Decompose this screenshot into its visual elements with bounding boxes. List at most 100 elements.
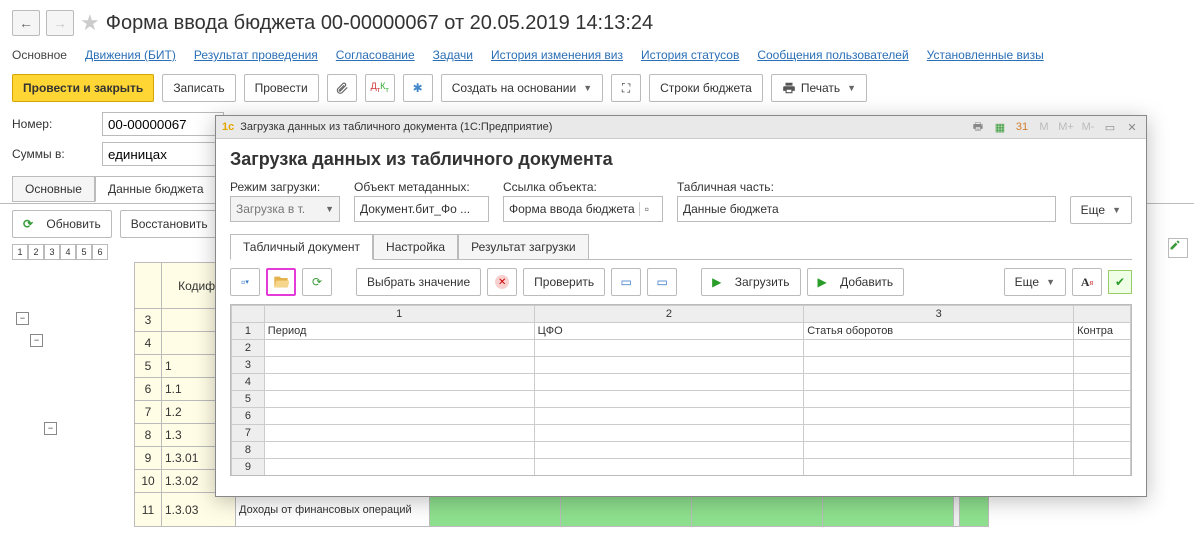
rownum: 3 [135,309,162,332]
clear-icon[interactable]: ✕ [487,268,517,296]
app-logo-icon: 1с [222,121,234,133]
mrow: 7 [232,425,265,442]
tree-expand-icon[interactable]: − [44,422,57,435]
post-and-close-button[interactable]: Провести и закрыть [12,74,154,102]
nav-main[interactable]: Основное [12,48,67,62]
sums-label: Суммы в: [12,147,92,161]
import-spreadsheet[interactable]: 1 2 3 1ПериодЦФОСтатья оборотовКонтра 2 … [231,305,1131,476]
level-1[interactable]: 1 [12,244,28,260]
print-label: Печать [801,81,840,95]
save-button[interactable]: Записать [162,74,235,102]
print-icon[interactable]: 🖶 [970,119,986,135]
mode-select[interactable]: Загрузка в т.▼ [230,196,340,222]
cell-period[interactable]: Период [264,323,534,340]
rownum: 9 [135,447,162,470]
mrow: 8 [232,442,265,459]
reload-icon[interactable]: ⟳ [302,268,332,296]
tab-doc[interactable]: Табличный документ [230,234,373,260]
printer-icon [782,81,796,95]
tree-expand-icon[interactable]: − [30,334,43,347]
nav-status-history[interactable]: История статусов [641,48,739,62]
tree-expand-icon[interactable]: − [16,312,29,325]
level-4[interactable]: 4 [60,244,76,260]
nav-result[interactable]: Результат проведения [194,48,318,62]
play-icon: ▶ [712,275,721,289]
create-based-button[interactable]: Создать на основании▼ [441,74,603,102]
cell-contr[interactable]: Контра [1074,323,1131,340]
nav-tabs: Основное Движения (БИТ) Результат провед… [0,46,1194,68]
load-button[interactable]: ▶ Загрузить [701,268,800,296]
mrow: 6 [232,408,265,425]
more-label: Еще [1081,203,1105,217]
mrow: 5 [232,391,265,408]
save-file-icon[interactable]: ▫▾ [230,268,260,296]
nav-visas[interactable]: Установленные визы [927,48,1044,62]
mrow: 9 [232,459,265,476]
add-button[interactable]: ▶ Добавить [807,268,905,296]
post-button[interactable]: Провести [244,74,319,102]
nav-visa-history[interactable]: История изменения виз [491,48,623,62]
attach-icon[interactable] [327,74,357,102]
cell-art[interactable]: Статья оборотов [804,323,1074,340]
lightbulb-icon[interactable]: ✱ [403,74,433,102]
open-file-icon[interactable] [266,268,296,296]
open-ref-icon[interactable]: ▫ [639,202,649,216]
cell-cfo[interactable]: ЦФО [534,323,804,340]
more-button-2[interactable]: Еще▼ [1004,268,1066,296]
import-icon[interactable]: ▭ [647,268,677,296]
m-minus-icon[interactable]: M- [1080,119,1096,135]
tab-config[interactable]: Настройка [373,234,458,260]
expand-icon[interactable]: ⛶ [611,74,641,102]
calendar-icon[interactable]: 31 [1014,119,1030,135]
ref-field[interactable]: Форма ввода бюджета ▫ [503,196,663,222]
export-icon[interactable]: ▭ [611,268,641,296]
budget-rows-button[interactable]: Строки бюджета [649,74,763,102]
tabpart-label: Табличная часть: [677,180,1056,194]
nav-user-messages[interactable]: Сообщения пользователей [757,48,908,62]
nav-agree[interactable]: Согласование [336,48,415,62]
rownum: 6 [135,378,162,401]
load-label: Загрузить [735,275,790,289]
level-5[interactable]: 5 [76,244,92,260]
calc-icon[interactable]: ▦ [992,119,1008,135]
mode-label: Режим загрузки: [230,180,340,194]
sums-field[interactable] [102,142,224,166]
modal-window-title: Загрузка данных из табличного документа … [240,121,552,133]
check-button[interactable]: Проверить [523,268,605,296]
level-6[interactable]: 6 [92,244,108,260]
font-icon[interactable]: Aя [1072,268,1102,296]
print-button[interactable]: Печать▼ [771,74,867,102]
modal-heading: Загрузка данных из табличного документа [230,149,1132,170]
nav-tasks[interactable]: Задачи [433,48,473,62]
number-field[interactable] [102,112,224,136]
tab-main[interactable]: Основные [12,176,95,202]
tab-budget-data[interactable]: Данные бюджета [95,176,217,202]
ref-label: Ссылка объекта: [503,180,663,194]
refresh-button[interactable]: ⟳ Обновить [12,210,112,238]
close-icon[interactable]: ✕ [1124,119,1140,135]
mode-value: Загрузка в т. [236,202,305,216]
desc-cell: Доходы от финансовых операций [236,493,430,527]
tab-result[interactable]: Результат загрузки [458,234,588,260]
check-toggle[interactable]: ✔ [1108,270,1132,294]
ref-value: Форма ввода бюджета [509,202,635,216]
m-icon[interactable]: M [1036,119,1052,135]
dkkt-icon[interactable]: ДтКт [365,74,395,102]
minimize-icon[interactable]: ▭ [1102,119,1118,135]
forward-button[interactable]: → [46,10,74,36]
favorite-star-icon[interactable]: ★ [80,10,100,36]
edit-pencil-icon[interactable] [1168,238,1188,258]
level-2[interactable]: 2 [28,244,44,260]
level-3[interactable]: 3 [44,244,60,260]
pick-value-button[interactable]: Выбрать значение [356,268,481,296]
restore-button[interactable]: Восстановить [120,210,219,238]
nav-bit[interactable]: Движения (БИТ) [85,48,176,62]
tabpart-value: Данные бюджета [683,202,779,216]
back-button[interactable]: ← [12,10,40,36]
tabpart-field[interactable]: Данные бюджета [677,196,1056,222]
meta-label: Объект метаданных: [354,180,489,194]
more-button[interactable]: Еще▼ [1070,196,1132,224]
meta-field[interactable]: Документ.бит_Фо ... [354,196,489,222]
m-plus-icon[interactable]: M+ [1058,119,1074,135]
col-2: 2 [534,306,804,323]
